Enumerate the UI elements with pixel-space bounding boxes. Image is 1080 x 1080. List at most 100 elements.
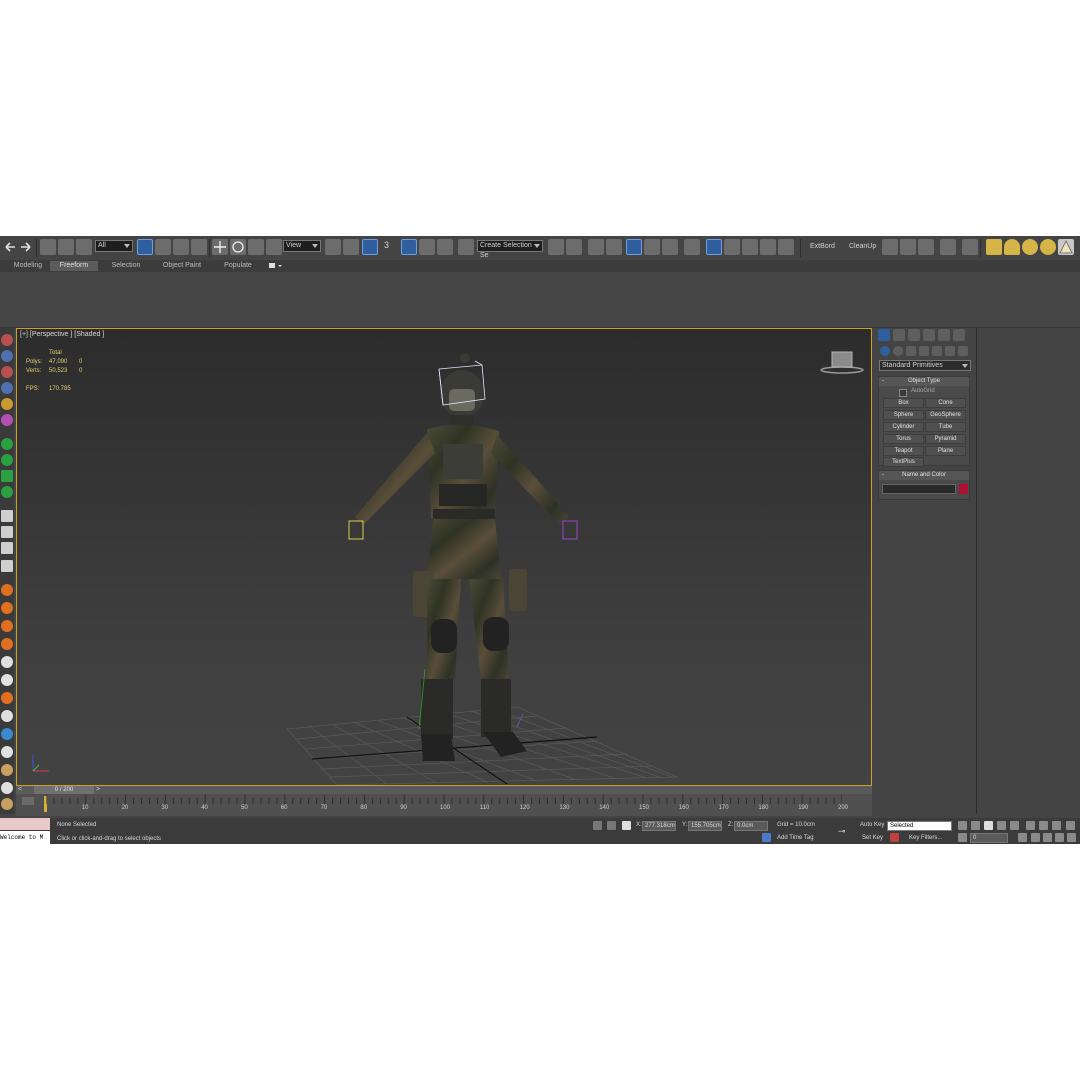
key-filters-button[interactable]: Key Filters...	[909, 833, 942, 843]
spinner-snap-icon[interactable]	[437, 239, 453, 255]
next-frame-icon[interactable]	[997, 821, 1006, 830]
object-type-rollout-header[interactable]: - Object Type	[879, 377, 969, 386]
strip-tool-7-icon[interactable]	[1, 438, 13, 450]
sphere-object-icon[interactable]	[1022, 239, 1038, 255]
material-editor-icon[interactable]	[684, 239, 700, 255]
select-and-scale-icon[interactable]	[248, 239, 264, 255]
spacewarps-category-icon[interactable]	[945, 346, 955, 356]
plane-button[interactable]: Plane	[925, 446, 966, 456]
liquid-tool-icon[interactable]	[1, 764, 13, 776]
play-animation-icon[interactable]	[984, 821, 993, 830]
cameras-category-icon[interactable]	[919, 346, 929, 356]
key-mode-dropdown[interactable]: Selected	[887, 821, 952, 831]
isolate-icon[interactable]	[593, 821, 602, 830]
render-setup-icon[interactable]	[706, 239, 722, 255]
align-icon[interactable]	[566, 239, 582, 255]
script-tool-2-icon[interactable]	[900, 239, 916, 255]
zoom-extents-all-icon[interactable]	[1066, 821, 1075, 830]
snaps-toggle[interactable]: 3	[384, 239, 389, 251]
play-icon[interactable]	[1, 510, 13, 522]
previous-frame-icon[interactable]	[971, 821, 980, 830]
layer-explorer-icon[interactable]	[588, 239, 604, 255]
sphere-button[interactable]: Sphere	[883, 410, 924, 420]
y-coordinate-field[interactable]: 155.705cm	[688, 821, 722, 831]
named-selection-dropdown[interactable]: Create Selection Se	[477, 240, 543, 259]
strip-tool-5-icon[interactable]	[1, 398, 13, 410]
keyboard-shortcut-override-icon[interactable]	[362, 239, 378, 255]
teapot-button[interactable]: Teapot	[883, 446, 924, 456]
pan-view-icon[interactable]	[1043, 833, 1052, 842]
zoom-all-icon[interactable]	[1039, 821, 1048, 830]
hemisphere-object-icon[interactable]	[1004, 239, 1020, 255]
goto-start-icon[interactable]	[958, 821, 967, 830]
select-and-move-icon[interactable]	[212, 239, 228, 255]
maxscript-output[interactable]: Welcome to M	[0, 831, 50, 844]
mini-curve-editor-icon[interactable]	[22, 797, 34, 805]
tab-modeling[interactable]: Modeling	[8, 261, 48, 271]
tube-button[interactable]: Tube	[925, 422, 966, 432]
zoom-icon[interactable]	[1026, 821, 1035, 830]
redo-icon[interactable]	[18, 239, 34, 255]
script-tool-5-icon[interactable]	[962, 239, 978, 255]
fire-tool-5-icon[interactable]	[1, 692, 13, 704]
select-and-link-icon[interactable]	[40, 239, 56, 255]
display-tab-icon[interactable]	[938, 329, 950, 341]
fire-tool-3-icon[interactable]	[1, 620, 13, 632]
zoom-extents-icon[interactable]	[1052, 821, 1061, 830]
object-color-swatch[interactable]	[959, 484, 968, 494]
trash-icon[interactable]	[1, 560, 13, 572]
geometry-category-icon[interactable]	[880, 346, 890, 356]
key-mode-toggle-icon[interactable]	[958, 833, 967, 842]
time-slider-thumb[interactable]: 0 / 200	[34, 786, 94, 794]
script-tool-4-icon[interactable]	[940, 239, 956, 255]
cleanup-button[interactable]: CleanUp	[849, 241, 876, 253]
name-and-color-rollout-header[interactable]: - Name and Color	[879, 471, 969, 480]
ribbon-options-icon[interactable]	[266, 261, 284, 271]
toggle-ribbon-icon[interactable]	[606, 239, 622, 255]
box-button[interactable]: Box	[883, 398, 924, 408]
object-name-input[interactable]	[882, 484, 956, 494]
slider-prev-icon[interactable]: <	[18, 786, 22, 794]
cone-object-icon[interactable]	[1058, 239, 1074, 255]
tab-freeform[interactable]: Freeform	[50, 261, 98, 271]
cylinder-button[interactable]: Cylinder	[883, 422, 924, 432]
torus-object-icon[interactable]	[1040, 239, 1056, 255]
selection-filter-dropdown[interactable]: All	[95, 240, 133, 252]
systems-category-icon[interactable]	[958, 346, 968, 356]
set-key-icon[interactable]	[890, 833, 899, 842]
maximize-viewport-icon[interactable]	[1067, 833, 1076, 842]
cloud-tool-5-icon[interactable]	[1, 782, 13, 794]
select-object-icon[interactable]	[137, 239, 153, 255]
undo-icon[interactable]	[2, 239, 18, 255]
render-activeshade-icon[interactable]	[778, 239, 794, 255]
edit-named-selection-icon[interactable]	[458, 239, 474, 255]
strip-tool-10-icon[interactable]	[1, 486, 13, 498]
viewcube-icon[interactable]	[817, 349, 867, 375]
time-config-icon[interactable]	[1018, 833, 1027, 842]
curve-editor-icon[interactable]	[644, 239, 660, 255]
tab-selection[interactable]: Selection	[104, 261, 148, 271]
pyramid-button[interactable]: Pyramid	[925, 434, 966, 444]
cloud-tool-2-icon[interactable]	[1, 674, 13, 686]
lights-category-icon[interactable]	[906, 346, 916, 356]
cloud-tool-4-icon[interactable]	[1, 746, 13, 758]
z-coordinate-field[interactable]: 0.0cm	[734, 821, 768, 831]
strip-tool-9-icon[interactable]	[1, 470, 13, 482]
time-slider[interactable]: < 0 / 200 >	[16, 786, 872, 794]
fire-tool-1-icon[interactable]	[1, 584, 13, 596]
stop-icon[interactable]	[1, 542, 13, 554]
time-tag-icon[interactable]	[762, 833, 771, 842]
bind-to-space-warp-icon[interactable]	[76, 239, 92, 255]
select-and-rotate-icon[interactable]	[230, 239, 246, 255]
pause-icon[interactable]	[1, 526, 13, 538]
rectangular-selection-icon[interactable]	[173, 239, 189, 255]
primitive-category-dropdown[interactable]: Standard Primitives	[879, 360, 971, 371]
fire-tool-4-icon[interactable]	[1, 638, 13, 650]
fire-tool-2-icon[interactable]	[1, 602, 13, 614]
goto-end-icon[interactable]	[1010, 821, 1019, 830]
strip-tool-6-icon[interactable]	[1, 414, 13, 426]
maxscript-listener-mini[interactable]	[0, 818, 50, 830]
field-of-view-icon[interactable]	[1031, 833, 1040, 842]
cloud-tool-3-icon[interactable]	[1, 710, 13, 722]
viewport-label[interactable]: [+] [Perspective ] [Shaded ]	[20, 331, 104, 338]
